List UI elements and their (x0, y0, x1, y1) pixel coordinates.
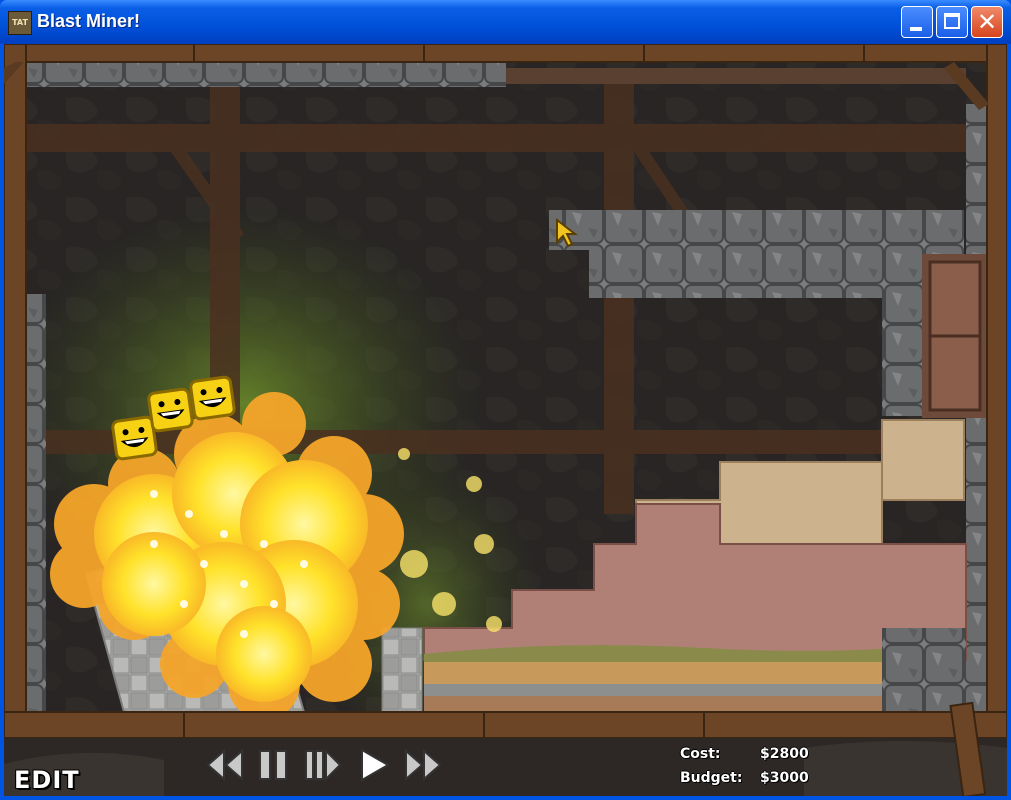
grey-stone-column (381, 627, 423, 713)
minimize-button[interactable] (901, 6, 933, 38)
pause-icon (259, 750, 287, 780)
top-rock-strip (26, 61, 506, 87)
cost-value: $2800 (760, 746, 809, 762)
edit-button[interactable]: EDIT (14, 766, 80, 794)
cost-label: Cost: (680, 746, 721, 762)
close-icon: ✕ (976, 8, 998, 36)
fast-forward-icon (405, 748, 442, 782)
miner-3 (189, 375, 236, 421)
close-button[interactable]: ✕ (971, 6, 1003, 38)
mine-scene (4, 44, 1007, 796)
budget-label: Budget: (680, 770, 743, 786)
miner-1 (111, 415, 158, 461)
app-icon: TAT (8, 11, 32, 35)
fast-forward-button[interactable] (402, 747, 446, 783)
game-window: TAT Blast Miner! ✕ EDIT Cost: $2800 Budg… (0, 0, 1011, 800)
step-forward-icon (305, 748, 342, 782)
pause-button[interactable] (256, 747, 292, 783)
rewind-icon (206, 748, 243, 782)
budget-value: $3000 (760, 770, 809, 786)
maximize-icon (944, 13, 960, 29)
minimize-icon (910, 27, 922, 31)
left-stone-wall (24, 294, 46, 714)
play-button[interactable] (356, 747, 392, 783)
miner-2 (147, 387, 194, 433)
mine-door (922, 254, 988, 418)
hud-bar (4, 716, 1007, 796)
window-title: Blast Miner! (37, 11, 141, 31)
title-bar[interactable]: TAT Blast Miner! ✕ (0, 0, 1011, 44)
play-icon (361, 748, 391, 782)
rewind-button[interactable] (204, 747, 246, 783)
maximize-button[interactable] (936, 6, 968, 38)
game-canvas[interactable]: EDIT Cost: $2800 Budget: $3000 (4, 44, 1007, 796)
step-forward-button[interactable] (302, 747, 344, 783)
